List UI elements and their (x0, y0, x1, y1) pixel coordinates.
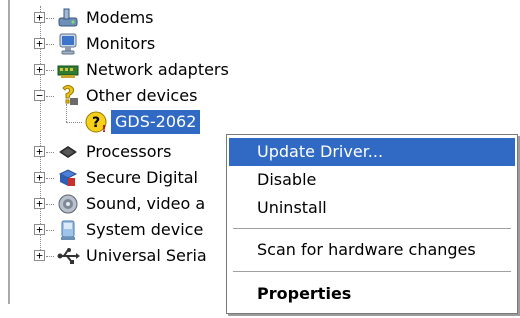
modem-icon (58, 8, 78, 27)
tree-item-label: Network adapters (86, 60, 229, 79)
tree-item-label: Universal Seria (86, 246, 207, 265)
expand-button[interactable]: + (34, 198, 45, 209)
sound-icon (58, 194, 78, 214)
tree-connector (66, 122, 82, 123)
tree-item-network-adapters[interactable]: + Network adapters (0, 57, 300, 83)
tree-connector (66, 104, 67, 122)
network-adapter-icon (57, 65, 79, 78)
unknown-device-icon (62, 85, 78, 105)
menu-item-scan-hardware[interactable]: Scan for hardware changes (229, 236, 515, 264)
tree-item-other-devices[interactable]: − Other devices (0, 83, 300, 109)
tree-item-processors[interactable]: + Processors (0, 139, 226, 165)
expand-button[interactable]: + (34, 64, 45, 75)
menu-separator (233, 271, 511, 272)
tree-item-system-devices[interactable]: + System device (0, 217, 226, 243)
menu-item-disable[interactable]: Disable (229, 166, 515, 194)
system-device-icon (61, 220, 75, 240)
tree-connector (46, 96, 54, 97)
tree-connector (46, 44, 54, 45)
svg-text:!: ! (102, 124, 107, 134)
sd-host-icon (58, 169, 78, 186)
menu-item-properties[interactable]: Properties (229, 280, 515, 308)
expand-button[interactable]: + (34, 38, 45, 49)
tree-item-label: Monitors (86, 34, 156, 53)
tree-connector (46, 152, 54, 153)
tree-connector (46, 70, 54, 71)
tree-item-monitors[interactable]: + Monitors (0, 31, 300, 57)
tree-item-label: System device (86, 220, 204, 239)
tree-item-usb[interactable]: + Universal Seria (0, 243, 226, 269)
tree-connector (46, 204, 54, 205)
tree-connector (46, 178, 54, 179)
unknown-device-warning-icon[interactable]: ? ! (84, 110, 108, 134)
tree-connector (46, 18, 54, 19)
usb-icon (57, 248, 80, 264)
tree-item-label: Modems (86, 8, 154, 27)
expand-button[interactable]: + (34, 146, 45, 157)
tree-item-label: Secure Digital (86, 168, 198, 187)
tree-item-modems[interactable]: + Modems (0, 5, 300, 31)
menu-separator (233, 228, 511, 229)
svg-text:?: ? (92, 115, 100, 131)
tree-connector (46, 230, 54, 231)
context-menu: Update Driver... Disable Uninstall Scan … (226, 134, 518, 314)
tree-item-secure-digital[interactable]: + Secure Digital (0, 165, 226, 191)
monitor-icon (59, 33, 77, 55)
menu-item-update-driver[interactable]: Update Driver... (229, 138, 515, 166)
menu-item-uninstall[interactable]: Uninstall (229, 194, 515, 222)
tree-item-gds-2062[interactable]: GDS-2062 (111, 110, 201, 134)
collapse-button[interactable]: − (34, 90, 45, 101)
tree-item-label: Sound, video a (86, 194, 206, 213)
tree-item-label: Processors (86, 142, 172, 161)
tree-item-label: Other devices (86, 86, 198, 105)
tree-connector (46, 256, 54, 257)
expand-button[interactable]: + (34, 12, 45, 23)
expand-button[interactable]: + (34, 172, 45, 183)
processor-icon (59, 146, 77, 158)
tree-item-sound-video[interactable]: + Sound, video a (0, 191, 226, 217)
expand-button[interactable]: + (34, 250, 45, 261)
expand-button[interactable]: + (34, 224, 45, 235)
